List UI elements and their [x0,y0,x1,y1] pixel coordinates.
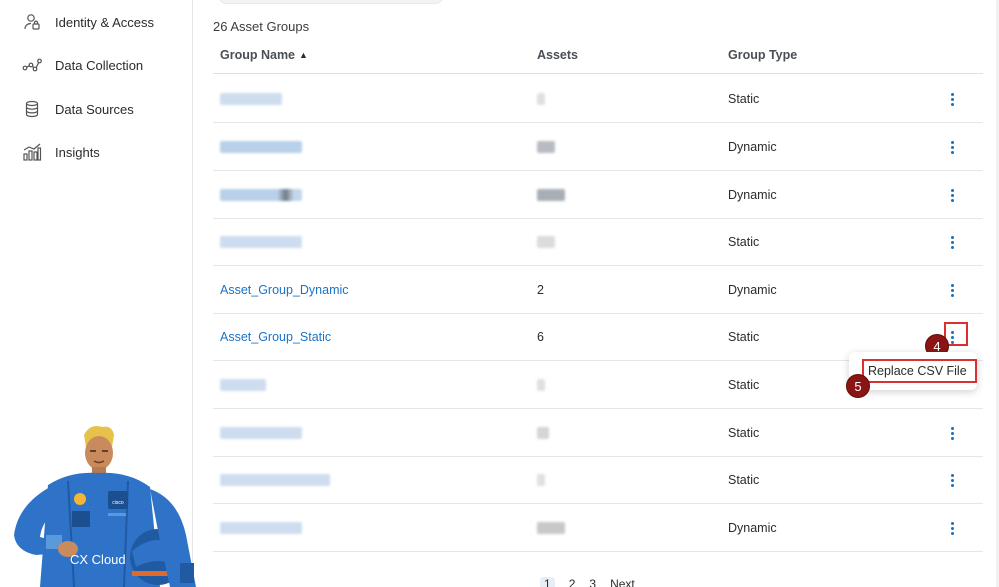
table-row[interactable]: Dynamic [213,123,983,171]
redacted-asset-count [537,140,555,153]
group-type-cell: Dynamic [728,187,777,202]
assets-cell [537,123,555,170]
redacted-group-name [220,378,266,391]
column-header-assets[interactable]: Assets [537,48,578,62]
redacted-group-name [220,426,302,439]
group-type-cell: Static [728,234,760,249]
redacted-group-name [220,188,302,201]
group-type-cell: Dynamic [728,139,777,154]
assets-cell [537,75,545,122]
redacted-asset-count [537,92,545,105]
row-actions-kebab-icon[interactable] [943,185,961,205]
replace-csv-file-menu-item[interactable]: Replace CSV File [862,359,977,383]
sidebar-item-label: Data Collection [55,57,144,73]
asset-group-count: 26 Asset Groups [213,19,310,34]
sidebar: Identity & Access Data Collection Data S… [0,0,196,587]
group-type-cell: Static [728,425,760,440]
row-actions-kebab-icon[interactable] [943,518,961,538]
page-3-link[interactable]: 3 [589,577,596,587]
redacted-group-name [220,92,282,105]
redacted-group-name [220,235,302,248]
sidebar-item-data-sources[interactable]: Data Sources [22,98,134,120]
table-row[interactable]: Static [213,75,983,123]
group-type-cell: Static [728,91,760,106]
table-row[interactable]: Dynamic [213,171,983,219]
insights-chart-icon [22,142,42,162]
column-header-group-type[interactable]: Group Type [728,48,797,62]
row-actions-kebab-icon[interactable] [943,423,961,443]
sidebar-item-label: Identity & Access [55,14,154,30]
assets-cell [537,409,549,456]
redacted-asset-count [537,235,555,248]
group-name-cell[interactable] [220,171,302,218]
page-1-link[interactable]: 1 [540,577,555,587]
assets-cell: 6 [537,329,544,344]
table-row[interactable]: Asset_Group_Dynamic 2 Dynamic [213,266,983,314]
user-lock-icon [22,12,42,32]
sidebar-item-data-collection[interactable]: Data Collection [22,54,143,76]
group-name-link[interactable]: Asset_Group_Dynamic [220,266,349,313]
app: Identity & Access Data Collection Data S… [0,0,999,587]
row-actions-kebab-icon[interactable] [943,232,961,252]
pagination: 1 2 3 Next [540,577,635,587]
next-page-link[interactable]: Next [610,577,635,587]
redacted-group-name [220,521,302,534]
group-name-link[interactable]: Asset_Group_Static [220,313,331,360]
sidebar-item-label: Insights [55,144,100,160]
group-name-cell[interactable] [220,456,330,503]
search-field-edge[interactable] [218,0,444,4]
redacted-group-name [220,140,302,153]
group-name-cell[interactable] [220,123,302,170]
table-header: Group Name ▲ Assets Group Type [213,37,983,74]
redacted-group-name [220,473,330,486]
sidebar-item-label: Data Sources [55,101,134,117]
data-collection-icon [22,55,42,75]
table-row[interactable]: Static [213,218,983,266]
assets-cell [537,361,545,408]
group-name-cell[interactable] [220,361,266,408]
row-actions-kebab-icon[interactable] [943,89,961,109]
assets-cell: 2 [537,282,544,297]
mascot-caption: CX Cloud [70,552,126,567]
group-type-cell: Static [728,329,760,344]
group-type-cell: Dynamic [728,282,777,297]
row-actions-kebab-icon[interactable] [943,470,961,490]
sort-ascending-icon: ▲ [299,50,308,60]
assets-cell [537,504,565,551]
redacted-asset-count [537,473,545,486]
column-header-label: Group Name [220,48,296,62]
group-type-cell: Static [728,377,760,392]
group-type-cell: Dynamic [728,520,777,535]
redacted-asset-count [537,426,549,439]
group-name-cell[interactable] [220,218,302,265]
assets-cell [537,456,545,503]
redacted-asset-count [537,378,545,391]
assets-cell [537,171,565,218]
column-header-label: Assets [537,48,578,62]
page-2-link[interactable]: 2 [569,577,576,587]
group-name-cell[interactable] [220,409,302,456]
assets-cell [537,218,555,265]
group-name-cell[interactable] [220,504,302,551]
sidebar-item-insights[interactable]: Insights [22,141,100,163]
table-row[interactable]: Static [213,456,983,504]
group-type-cell: Static [728,472,760,487]
column-header-label: Group Type [728,48,798,62]
group-name-cell[interactable] [220,75,282,122]
redacted-asset-count [537,188,565,201]
row-actions-kebab-icon[interactable] [943,137,961,157]
sidebar-item-identity-access[interactable]: Identity & Access [22,11,154,33]
column-header-group-name[interactable]: Group Name ▲ [220,48,308,62]
table-row[interactable]: Dynamic [213,504,983,552]
annotation-step-badge: 5 [846,374,870,398]
database-icon [22,99,42,119]
table-row[interactable]: Static [213,409,983,457]
redacted-asset-count [537,521,565,534]
svg-text:cisco: cisco [112,500,124,506]
row-actions-kebab-icon[interactable] [943,280,961,300]
